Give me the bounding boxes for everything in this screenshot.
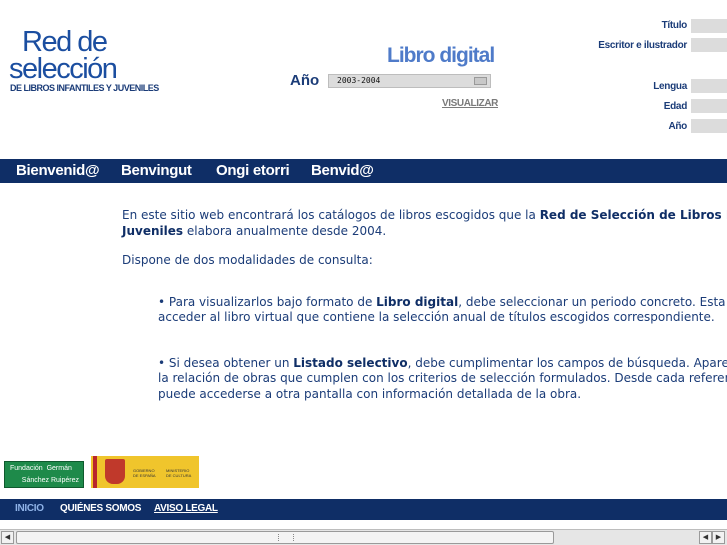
scroll-left-icon-2[interactable]: ◀ <box>699 531 712 544</box>
ministerio-text: MINISTERIO DE CULTURA <box>166 468 192 478</box>
edad-label: Edad <box>663 101 688 112</box>
gobierno-logo[interactable]: GOBIERNO DE ESPAÑA MINISTERIO DE CULTURA <box>91 456 199 488</box>
coat-of-arms-icon <box>105 459 125 484</box>
scroll-left-icon[interactable]: ◀ <box>1 531 14 544</box>
flag-stripe-icon <box>93 456 97 488</box>
footer-quienes-somos[interactable]: QUIÉNES SOMOS <box>60 503 141 514</box>
fundacion-logo[interactable]: Fundación Germán Sánchez Ruipérez <box>4 461 84 488</box>
escritor-input[interactable] <box>691 38 727 52</box>
bullet-2-line-2: la relación de obras que cumplen con los… <box>158 371 727 385</box>
bullet-2-text: • Si desea obtener un <box>158 355 294 370</box>
logo-line-2: selección <box>9 53 118 85</box>
logo-subtitle: DE LIBROS INFANTILES Y JUVENILES <box>10 83 159 93</box>
bullet-1-bold: Libro digital <box>376 294 459 309</box>
horizontal-scrollbar[interactable]: ◀ ◀ ▶ <box>0 529 727 545</box>
scrollbar-grip-icon <box>278 534 294 541</box>
scroll-right-icon[interactable]: ▶ <box>712 531 725 544</box>
intro-text: En este sitio web encontrará los catálog… <box>122 208 540 222</box>
fundacion-logo-line-1: Fundación Germán <box>10 465 72 472</box>
titulo-label: Título <box>661 20 688 31</box>
dropdown-arrow-icon[interactable] <box>474 77 487 85</box>
bullet-2-line-1: • Si desea obtener un Listado selectivo,… <box>158 356 727 372</box>
bullet-1-line-1: • Para visualizarlos bajo formato de Lib… <box>158 295 727 311</box>
nav-benvingut[interactable]: Benvingut <box>121 162 192 179</box>
ano-search-select[interactable] <box>691 119 727 133</box>
nav-benvida[interactable]: Benvid@ <box>311 162 374 179</box>
intro-bold: Red de Selección de Libros I <box>539 208 727 222</box>
visualizar-link[interactable]: VISUALIZAR <box>442 98 498 109</box>
intro-paragraph: En este sitio web encontrará los catálog… <box>122 208 727 224</box>
gobierno-text: GOBIERNO DE ESPAÑA <box>133 468 156 478</box>
year-select-value: 2003-2004 <box>337 76 381 85</box>
language-nav: Bienvenid@ Benvingut Ongi etorri Benvid@ <box>0 159 727 183</box>
ano-search-label: Año <box>668 121 687 132</box>
main-content: En este sitio web encontrará los catálog… <box>122 208 727 402</box>
libro-digital-title: Libro digital <box>387 44 495 67</box>
footer-nav: INICIO QUIÉNES SOMOS AVISO LEGAL <box>0 499 727 520</box>
bullet-1-text: • Para visualizarlos bajo formato de <box>158 294 377 309</box>
intro-bold-2: Juveniles <box>122 223 184 238</box>
escritor-label: Escritor e ilustrador <box>598 40 687 51</box>
bullet-2-text-2: , debe cumplimentar los campos de búsque… <box>407 355 727 370</box>
lengua-label: Lengua <box>653 81 687 92</box>
titulo-input[interactable] <box>691 19 727 33</box>
bullet-2-line-3: puede accederse a otra pantalla con info… <box>158 386 582 401</box>
lengua-select[interactable] <box>691 79 727 93</box>
nav-ongi-etorri[interactable]: Ongi etorri <box>216 162 290 179</box>
footer-inicio[interactable]: INICIO <box>15 503 44 514</box>
modes-intro: Dispone de dos modalidades de consulta: <box>122 253 373 267</box>
bullet-1-line-2: acceder al libro virtual que contiene la… <box>158 310 715 324</box>
bullet-2-bold: Listado selectivo <box>293 355 408 370</box>
bullet-1-text-2: , debe seleccionar un periodo concreto. … <box>458 294 727 309</box>
footer-aviso-legal[interactable]: AVISO LEGAL <box>154 503 218 514</box>
year-select[interactable]: 2003-2004 <box>328 74 491 88</box>
intro-paragraph-cont: Juveniles elabora anualmente desde 2004. <box>122 224 727 240</box>
fundacion-logo-line-2: Sánchez Ruipérez <box>21 477 79 484</box>
year-label: Año <box>290 72 320 89</box>
nav-bienvenid[interactable]: Bienvenid@ <box>16 162 100 179</box>
scrollbar-thumb[interactable] <box>16 531 554 544</box>
intro-text-2: elabora anualmente desde 2004. <box>183 223 387 238</box>
edad-select[interactable] <box>691 99 727 113</box>
